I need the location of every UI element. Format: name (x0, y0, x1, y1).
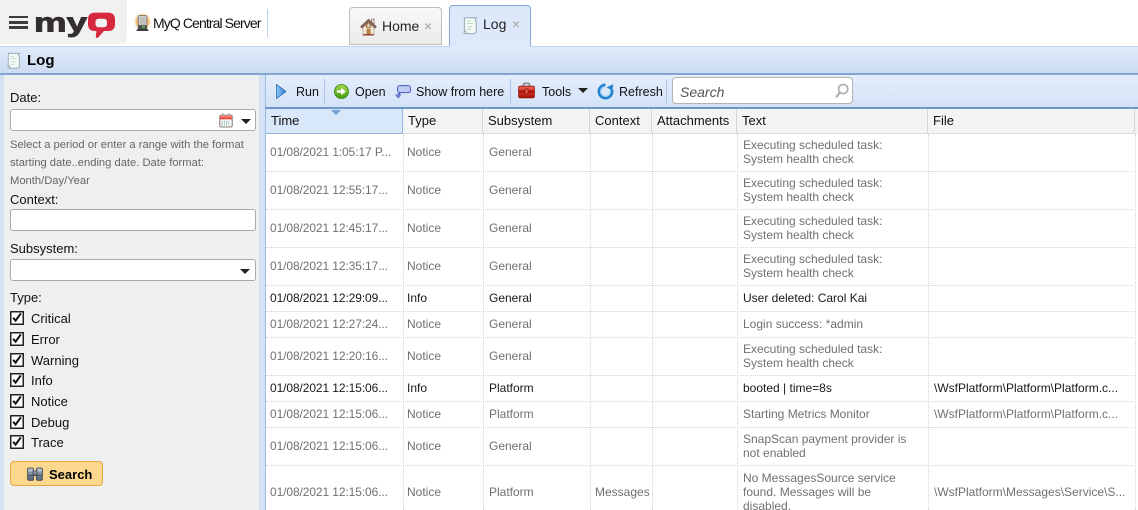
svg-text:my: my (34, 9, 87, 38)
